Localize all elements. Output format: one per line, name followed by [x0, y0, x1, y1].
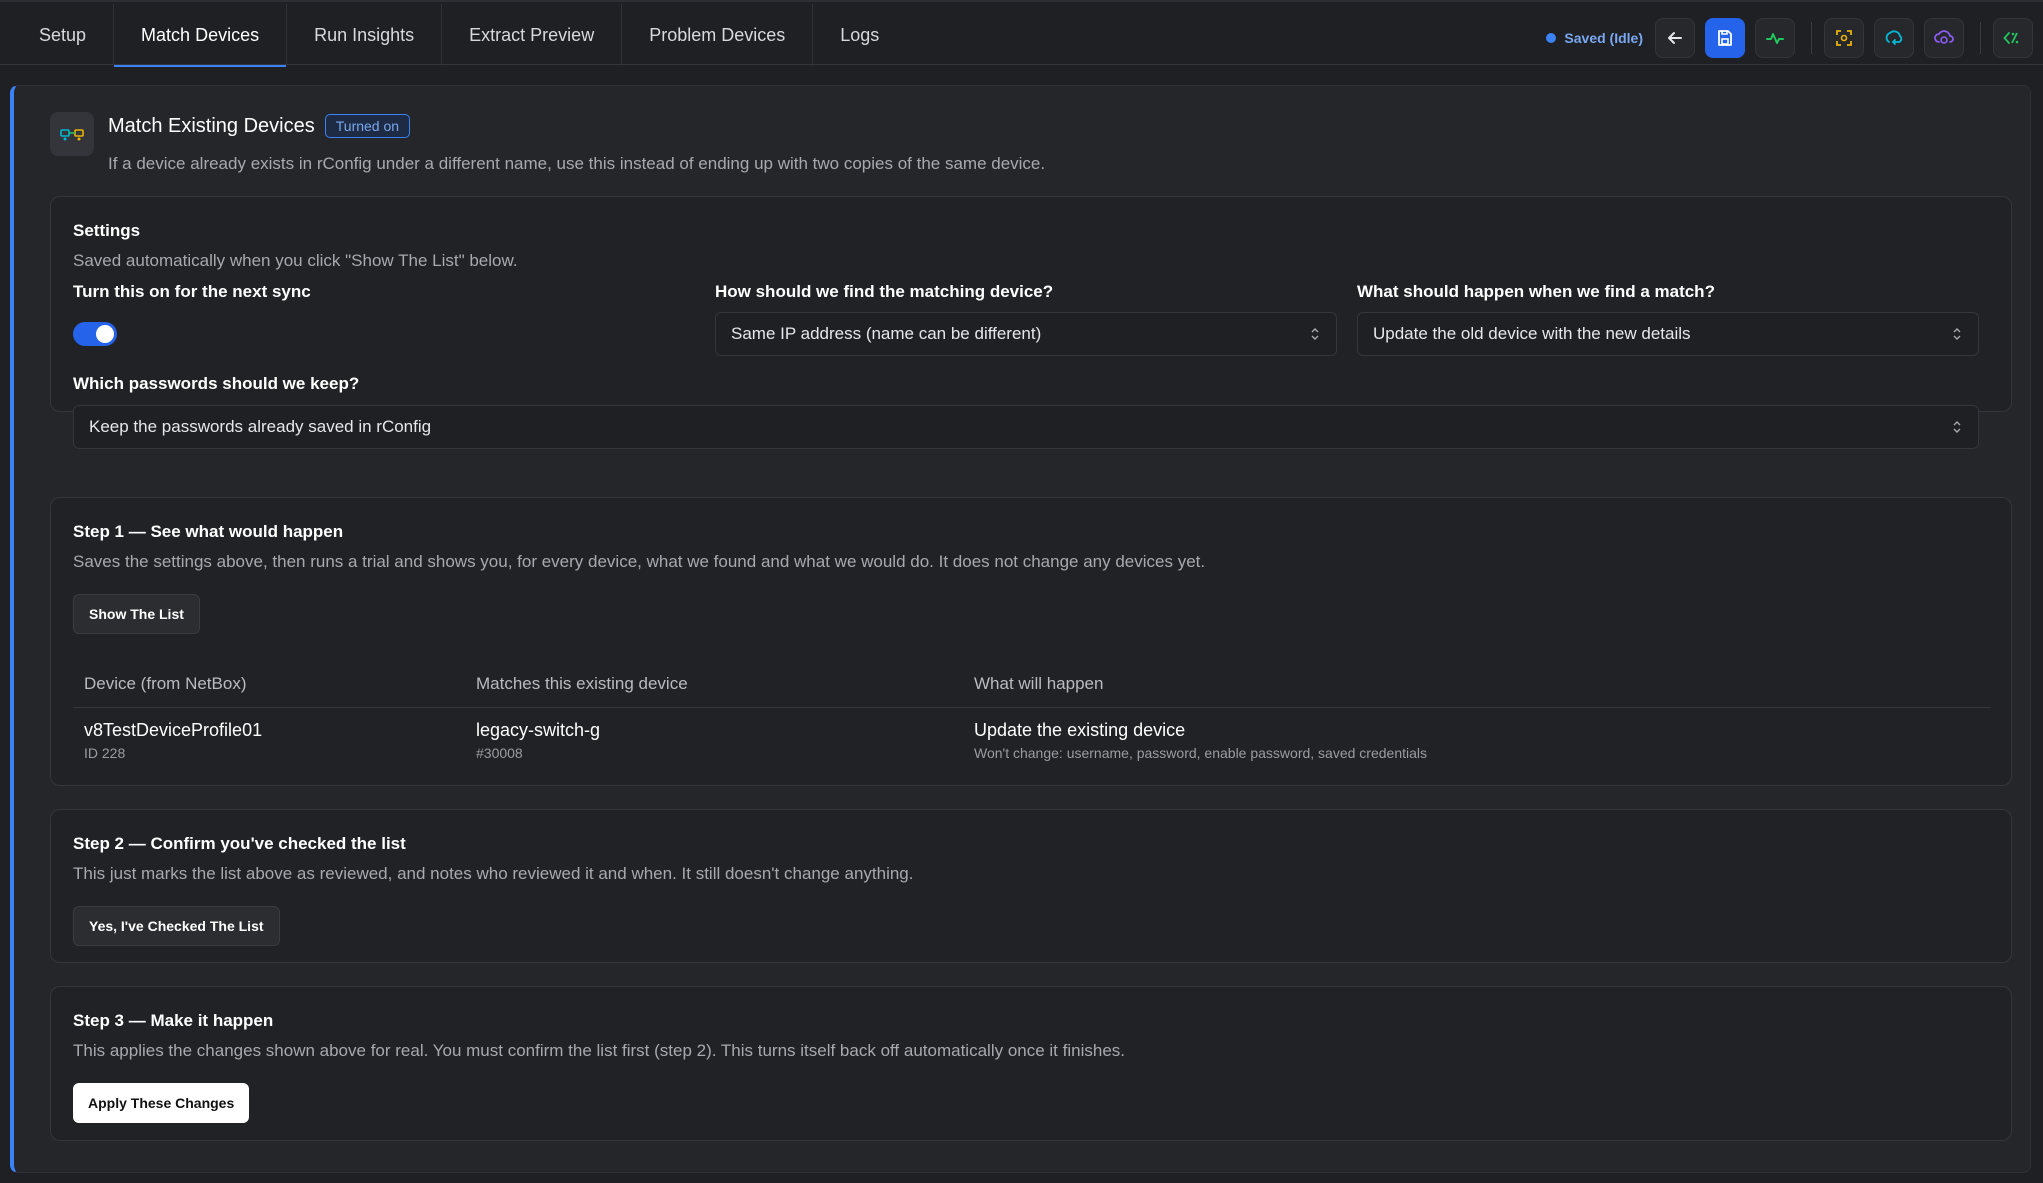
- select-chevron-icon: [1953, 421, 1961, 433]
- confirm-checked-button[interactable]: Yes, I've Checked The List: [73, 906, 280, 946]
- step2-card: Step 2 — Confirm you've checked the list…: [50, 809, 2012, 963]
- passwords-label: Which passwords should we keep?: [73, 374, 360, 393]
- page-description: If a device already exists in rConfig un…: [108, 154, 1046, 173]
- status-dot: [1546, 33, 1557, 43]
- activity-icon: [1766, 33, 1784, 44]
- code-icon: [2003, 32, 2019, 44]
- page-title: Match Existing Devices: [108, 114, 315, 137]
- settings-card: Settings Saved automatically when you cl…: [50, 196, 2012, 449]
- back-button[interactable]: [1655, 18, 1695, 58]
- device-name: v8TestDeviceProfile01: [84, 720, 263, 740]
- settings-subtitle: Saved automatically when you click "Show…: [73, 251, 518, 270]
- step3-title: Step 3 — Make it happen: [73, 1011, 274, 1030]
- top-bar: Setup Match Devices Run Insights Extract…: [0, 0, 2043, 67]
- matched-device-id: #30008: [476, 745, 523, 761]
- preview-table: Device (from NetBox) Matches this existi…: [73, 660, 1991, 766]
- save-button[interactable]: [1705, 18, 1745, 58]
- tab-setup[interactable]: Setup: [12, 4, 115, 66]
- match-method-value: Same IP address (name can be different): [731, 324, 1042, 343]
- passwords-value: Keep the passwords already saved in rCon…: [89, 417, 432, 436]
- planned-action: Update the existing device: [974, 720, 1186, 740]
- step1-card: Step 1 — See what would happen Saves the…: [50, 497, 2012, 786]
- toolbar-divider: [1811, 22, 1812, 54]
- show-list-button[interactable]: Show The List: [73, 594, 200, 634]
- save-status: Saved (Idle): [1546, 30, 1643, 46]
- table-header: Device (from NetBox) Matches this existi…: [73, 660, 1991, 708]
- passwords-select[interactable]: Keep the passwords already saved in rCon…: [73, 405, 1979, 449]
- tab-logs[interactable]: Logs: [813, 4, 906, 66]
- step1-description: Saves the settings above, then runs a tr…: [73, 552, 1206, 571]
- table-row: v8TestDeviceProfile01 ID 228 legacy-swit…: [73, 708, 1991, 766]
- devices-match-icon: [50, 112, 94, 156]
- matched-device-name: legacy-switch-g: [476, 720, 601, 740]
- status-text: Saved (Idle): [1564, 30, 1643, 46]
- step3-description: This applies the changes shown above for…: [73, 1041, 1125, 1060]
- step3-card: Step 3 — Make it happen This applies the…: [50, 986, 2012, 1141]
- back-arrow-icon: [1668, 32, 1682, 44]
- tab-run-insights[interactable]: Run Insights: [287, 4, 443, 66]
- cloud-refresh-button[interactable]: [1924, 18, 1964, 58]
- device-id: ID 228: [84, 745, 126, 761]
- sync-toggle-label: Turn this on for the next sync: [73, 282, 311, 301]
- match-devices-panel: Match Existing Devices Turned on If a de…: [10, 85, 2031, 1173]
- save-icon: [1718, 30, 1732, 46]
- column-header: What will happen: [974, 674, 1104, 693]
- planned-action-note: Won't change: username, password, enable…: [974, 745, 1428, 761]
- step2-description: This just marks the list above as review…: [73, 864, 914, 883]
- match-action-label: What should happen when we find a match?: [1357, 282, 1715, 301]
- select-chevron-icon: [1953, 328, 1961, 340]
- sync-toggle[interactable]: [73, 322, 117, 346]
- tab-problem-devices[interactable]: Problem Devices: [622, 4, 814, 66]
- status-badge: Turned on: [324, 114, 411, 138]
- settings-title: Settings: [73, 221, 141, 240]
- select-chevron-icon: [1311, 328, 1319, 340]
- activity-button[interactable]: [1755, 18, 1795, 58]
- sync-icon: [1885, 30, 1903, 45]
- match-method-select[interactable]: Same IP address (name can be different): [715, 312, 1337, 356]
- apply-changes-button[interactable]: Apply These Changes: [73, 1083, 250, 1123]
- tab-extract-preview[interactable]: Extract Preview: [442, 4, 623, 66]
- page-title-row: Match Existing Devices Turned on: [108, 114, 411, 138]
- step1-title: Step 1 — See what would happen: [73, 522, 344, 541]
- scan-icon: [1836, 30, 1852, 46]
- toolbar: Saved (Idle): [1546, 16, 2043, 60]
- toolbar-divider: [1980, 22, 1981, 54]
- column-header: Device (from NetBox): [84, 674, 247, 693]
- tab-match-devices[interactable]: Match Devices: [114, 4, 288, 67]
- match-action-select[interactable]: Update the old device with the new detai…: [1357, 312, 1979, 356]
- match-method-label: How should we find the matching device?: [715, 282, 1054, 301]
- cloud-refresh-icon: [1934, 30, 1954, 44]
- sync-button[interactable]: [1874, 18, 1914, 58]
- tab-bar: Setup Match Devices Run Insights Extract…: [12, 4, 906, 67]
- toggle-knob: [96, 325, 114, 343]
- scan-button[interactable]: [1824, 18, 1864, 58]
- code-button[interactable]: [1993, 18, 2033, 58]
- match-action-value: Update the old device with the new detai…: [1373, 324, 1691, 343]
- column-header: Matches this existing device: [476, 674, 688, 693]
- step2-title: Step 2 — Confirm you've checked the list: [73, 834, 406, 853]
